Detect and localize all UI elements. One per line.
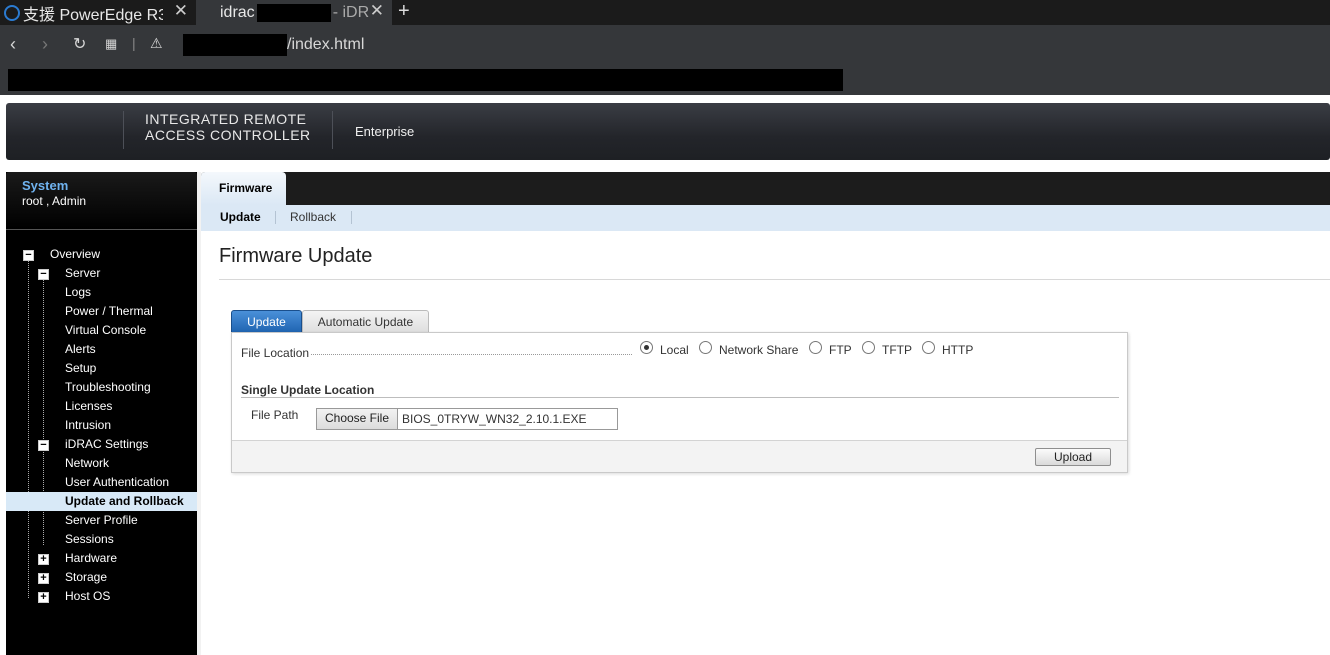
- tree-item[interactable]: Sessions: [65, 530, 114, 549]
- close-icon[interactable]: ✕: [370, 1, 384, 21]
- title-divider: [219, 279, 1330, 280]
- idrac-banner: INTEGRATED REMOTE ACCESS CONTROLLER Ente…: [6, 103, 1330, 160]
- tree-item[interactable]: User Authentication: [65, 473, 169, 492]
- radio-ftp[interactable]: [809, 341, 822, 354]
- system-title: System: [22, 178, 69, 193]
- radio-tftp[interactable]: [862, 341, 875, 354]
- system-header[interactable]: System root , Admin: [6, 172, 197, 230]
- banner-title-line2: ACCESS CONTROLLER: [145, 127, 311, 143]
- radio-label: Local: [660, 343, 689, 357]
- tree-item[interactable]: Server Profile: [65, 511, 138, 530]
- warning-icon[interactable]: ⚠: [150, 35, 163, 52]
- panel-tab-automatic-update[interactable]: Automatic Update: [302, 310, 429, 334]
- banner-divider: [123, 111, 124, 149]
- bookmarks-bar: [0, 65, 1330, 95]
- subtab-rollback[interactable]: Rollback: [290, 210, 336, 224]
- close-icon[interactable]: ✕: [174, 1, 188, 21]
- radio-network-share[interactable]: [699, 341, 712, 354]
- tree-item[interactable]: Power / Thermal: [65, 302, 153, 321]
- browser-toolbar: ‹ › ↻ ▦ | ⚠ /index.html: [0, 25, 1330, 65]
- collapse-icon[interactable]: −: [23, 250, 34, 261]
- reload-icon[interactable]: ↻: [73, 34, 86, 54]
- file-path-label: File Path: [251, 408, 299, 422]
- selected-file-name: BIOS_0TRYW_WN32_2.10.1.EXE: [402, 412, 587, 426]
- file-location-label: File Location: [241, 346, 310, 360]
- browser-tab-support[interactable]: 支援 PowerEdge R33 ✕: [0, 0, 196, 25]
- tree-item[interactable]: Licenses: [65, 397, 112, 416]
- subtab-update[interactable]: Update: [220, 210, 261, 224]
- banner-divider: [332, 111, 333, 149]
- section-title: Single Update Location: [241, 383, 375, 397]
- choose-file-button[interactable]: Choose File: [317, 409, 398, 429]
- tree-overview[interactable]: Overview: [50, 245, 100, 264]
- subtab-bar: Update Rollback: [201, 205, 1330, 231]
- page-title: Firmware Update: [219, 245, 373, 267]
- banner-title-line1: INTEGRATED REMOTE: [145, 111, 307, 127]
- tree-item[interactable]: Alerts: [65, 340, 96, 359]
- radio-label: HTTP: [942, 343, 974, 357]
- tab-firmware[interactable]: Firmware: [201, 172, 286, 205]
- new-tab-icon[interactable]: +: [398, 0, 410, 22]
- back-icon[interactable]: ‹: [10, 34, 16, 55]
- tree-item[interactable]: Virtual Console: [65, 321, 146, 340]
- collapse-icon[interactable]: −: [38, 269, 49, 280]
- subtab-divider: [351, 211, 352, 224]
- sidebar: System root , Admin − Overview − Server …: [6, 172, 197, 655]
- section-divider: [241, 397, 1119, 398]
- tab-title-suffix: - iDR: [332, 3, 370, 21]
- banner-title: INTEGRATED REMOTE ACCESS CONTROLLER: [145, 111, 311, 143]
- tab-title-prefix: idrac: [220, 3, 255, 21]
- tree-line: [28, 260, 29, 598]
- upload-button[interactable]: Upload: [1035, 448, 1111, 466]
- expand-icon[interactable]: +: [38, 592, 49, 603]
- tree-hardware[interactable]: Hardware: [65, 549, 117, 568]
- tree-item[interactable]: Intrusion: [65, 416, 111, 435]
- redacted-block: [183, 34, 287, 56]
- tab-title: 支援 PowerEdge R33: [23, 6, 163, 24]
- content-tab-bar: Firmware: [201, 172, 1330, 205]
- radio-label: Network Share: [719, 343, 799, 357]
- tree-idrac-settings[interactable]: iDRAC Settings: [65, 435, 148, 454]
- tree-host-os[interactable]: Host OS: [65, 587, 110, 606]
- expand-icon[interactable]: +: [38, 573, 49, 584]
- url-text: /index.html: [287, 36, 365, 53]
- radio-label: TFTP: [882, 343, 912, 357]
- toolbar-divider: |: [132, 35, 136, 51]
- file-input[interactable]: Choose File BIOS_0TRYW_WN32_2.10.1.EXE: [316, 408, 618, 430]
- collapse-icon[interactable]: −: [38, 440, 49, 451]
- user-label: root , Admin: [22, 194, 87, 208]
- leader-dots: [311, 354, 632, 355]
- radio-http[interactable]: [922, 341, 935, 354]
- tree-server[interactable]: Server: [65, 264, 100, 283]
- address-bar[interactable]: /index.html: [183, 34, 364, 56]
- panel-tab-update[interactable]: Update: [231, 310, 302, 334]
- browser-tab-idrac[interactable]: idrac - iDR ✕: [196, 0, 392, 25]
- apps-grid-icon[interactable]: ▦: [105, 36, 117, 52]
- tree-item[interactable]: Setup: [65, 359, 96, 378]
- tree-storage[interactable]: Storage: [65, 568, 107, 587]
- sidebar-splitter[interactable]: [197, 172, 201, 655]
- radio-label: FTP: [829, 343, 852, 357]
- subtab-divider: [275, 211, 276, 224]
- tree-item[interactable]: Logs: [65, 283, 91, 302]
- dell-favicon-icon: [4, 4, 20, 21]
- browser-tab-strip: 支援 PowerEdge R33 ✕ idrac - iDR ✕ +: [0, 0, 1330, 25]
- panel-footer: [232, 440, 1127, 472]
- forward-icon[interactable]: ›: [42, 34, 48, 55]
- radio-local[interactable]: [640, 341, 653, 354]
- tree-line: [43, 279, 44, 441]
- redacted-block: [256, 3, 331, 22]
- redacted-block: [8, 69, 843, 91]
- expand-icon[interactable]: +: [38, 554, 49, 565]
- tree-item-selected[interactable]: Update and Rollback: [6, 492, 197, 511]
- tree-item[interactable]: Network: [65, 454, 109, 473]
- tree-item[interactable]: Troubleshooting: [65, 378, 151, 397]
- edition-label: Enterprise: [355, 124, 415, 139]
